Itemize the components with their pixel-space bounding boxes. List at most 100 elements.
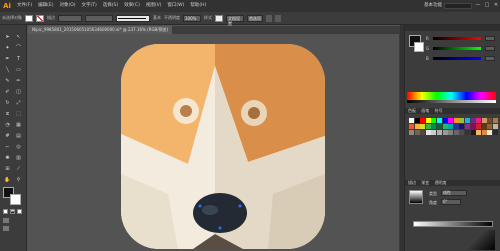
swatch[interactable] bbox=[470, 124, 476, 129]
color-mode-icon[interactable] bbox=[3, 209, 8, 214]
line-tool-icon[interactable]: ╲ bbox=[3, 66, 12, 75]
gradient-swatch-large[interactable] bbox=[465, 230, 495, 250]
artboard-canvas[interactable] bbox=[28, 34, 399, 251]
perspective-grid-tool-icon[interactable]: ▦ bbox=[14, 121, 23, 130]
gradient-preview[interactable] bbox=[409, 190, 423, 204]
swatch[interactable] bbox=[425, 130, 431, 135]
menu-edit[interactable]: 编辑(E) bbox=[35, 0, 56, 12]
swatch[interactable] bbox=[437, 124, 442, 129]
brush-definition[interactable] bbox=[116, 14, 150, 22]
swatch[interactable] bbox=[442, 130, 448, 135]
preferences-button[interactable]: 首选项 bbox=[247, 14, 263, 22]
swatch[interactable] bbox=[437, 118, 442, 123]
swatch[interactable] bbox=[481, 124, 487, 129]
grayscale-ramp[interactable] bbox=[407, 100, 496, 103]
swatch[interactable] bbox=[409, 118, 414, 123]
swatch[interactable] bbox=[414, 118, 420, 123]
blue-value-field[interactable] bbox=[485, 56, 495, 61]
document-tab[interactable]: Nipic_9985801_20150605105634600000.ai* @… bbox=[28, 26, 174, 34]
blob-brush-tool-icon[interactable]: ✐ bbox=[3, 88, 12, 97]
gradient-mode-icon[interactable] bbox=[10, 209, 15, 214]
pencil-tool-icon[interactable]: ✏ bbox=[14, 77, 23, 86]
document-setup-button[interactable]: 文档设置 bbox=[226, 14, 244, 26]
swatch[interactable] bbox=[448, 124, 454, 129]
swatch[interactable] bbox=[448, 118, 454, 123]
zoom-tool-icon[interactable]: ⚲ bbox=[14, 176, 23, 185]
lasso-tool-icon[interactable]: ⌒ bbox=[14, 44, 23, 53]
color-panel-header[interactable] bbox=[405, 25, 500, 31]
swatch[interactable] bbox=[487, 124, 493, 129]
direct-selection-tool-icon[interactable]: ↖ bbox=[14, 33, 23, 42]
red-slider[interactable] bbox=[433, 37, 481, 40]
mesh-tool-icon[interactable]: # bbox=[3, 132, 12, 141]
menu-object[interactable]: 对象(O) bbox=[56, 0, 78, 12]
swatch[interactable] bbox=[431, 118, 437, 123]
color-spectrum[interactable] bbox=[407, 92, 496, 100]
tab-gradient[interactable]: 渐变 bbox=[421, 180, 429, 185]
swatch[interactable] bbox=[481, 130, 487, 135]
menu-select[interactable]: 选择(S) bbox=[100, 0, 121, 12]
style-swatch[interactable] bbox=[215, 14, 223, 22]
swatch[interactable] bbox=[437, 130, 442, 135]
eyedropper-tool-icon[interactable]: ⌐ bbox=[3, 143, 12, 152]
gradient-slider[interactable] bbox=[413, 221, 493, 227]
swatch[interactable] bbox=[487, 130, 493, 135]
swatch[interactable] bbox=[453, 118, 459, 123]
swatch[interactable] bbox=[425, 124, 431, 129]
slice-tool-icon[interactable]: ⟋ bbox=[14, 165, 23, 174]
green-value-field[interactable] bbox=[485, 46, 495, 51]
swatch[interactable] bbox=[442, 118, 448, 123]
swatch[interactable] bbox=[470, 118, 476, 123]
menu-effect[interactable]: 效果(C) bbox=[121, 0, 143, 12]
swatch[interactable] bbox=[470, 130, 476, 135]
width-tool-icon[interactable]: ⧖ bbox=[3, 110, 12, 119]
swatch[interactable] bbox=[476, 124, 482, 129]
swatch[interactable] bbox=[431, 124, 437, 129]
swatch[interactable] bbox=[414, 124, 420, 129]
swatch[interactable] bbox=[420, 124, 426, 129]
swatch[interactable] bbox=[487, 118, 493, 123]
stroke-swatch[interactable] bbox=[36, 14, 44, 22]
eraser-tool-icon[interactable]: ◫ bbox=[14, 88, 23, 97]
tab-swatches[interactable]: 色板 bbox=[408, 108, 416, 113]
artboard-tool-icon[interactable]: ⊞ bbox=[3, 165, 12, 174]
paintbrush-tool-icon[interactable]: ✎ bbox=[3, 77, 12, 86]
green-slider[interactable] bbox=[433, 47, 481, 50]
swatch[interactable] bbox=[409, 130, 414, 135]
rotate-tool-icon[interactable]: ↻ bbox=[3, 99, 12, 108]
red-value-field[interactable] bbox=[485, 36, 495, 41]
swatch[interactable] bbox=[425, 118, 431, 123]
swatch[interactable] bbox=[431, 130, 437, 135]
draw-mode-icon[interactable] bbox=[3, 218, 9, 223]
swatch[interactable] bbox=[459, 118, 465, 123]
opacity-field[interactable]: 100% bbox=[183, 14, 201, 22]
swatch[interactable] bbox=[414, 130, 420, 135]
swatch[interactable] bbox=[481, 118, 487, 123]
fill-swatch[interactable] bbox=[25, 14, 33, 22]
scale-tool-icon[interactable]: ⤢ bbox=[14, 99, 23, 108]
maximize-icon[interactable]: □ bbox=[483, 1, 491, 10]
swatch[interactable] bbox=[493, 130, 498, 135]
gradient-angle-field[interactable]: 0° bbox=[441, 199, 461, 205]
rectangle-tool-icon[interactable]: ▭ bbox=[14, 66, 23, 75]
symbol-sprayer-tool-icon[interactable]: ✺ bbox=[3, 154, 12, 163]
swatch[interactable] bbox=[465, 130, 470, 135]
column-graph-tool-icon[interactable]: ▥ bbox=[14, 154, 23, 163]
menu-help[interactable]: 帮助(H) bbox=[187, 0, 209, 12]
swatch[interactable] bbox=[476, 130, 482, 135]
screen-mode-icon[interactable] bbox=[3, 226, 9, 231]
minimize-icon[interactable]: — bbox=[474, 1, 482, 10]
help-search-input[interactable] bbox=[444, 3, 472, 9]
tab-symbols[interactable]: 符号 bbox=[435, 108, 443, 113]
swatch[interactable] bbox=[465, 118, 470, 123]
blend-tool-icon[interactable]: ◎ bbox=[14, 143, 23, 152]
free-transform-tool-icon[interactable]: ⬚ bbox=[14, 110, 23, 119]
magic-wand-tool-icon[interactable]: ✦ bbox=[3, 44, 12, 53]
selection-tool-icon[interactable]: ➤ bbox=[3, 33, 12, 42]
none-mode-icon[interactable] bbox=[17, 209, 22, 214]
swatch[interactable] bbox=[420, 118, 426, 123]
shape-builder-tool-icon[interactable]: ◔ bbox=[3, 121, 12, 130]
menu-view[interactable]: 视图(V) bbox=[143, 0, 165, 12]
dog-icon-artwork[interactable] bbox=[28, 34, 399, 251]
swatch[interactable] bbox=[459, 130, 465, 135]
